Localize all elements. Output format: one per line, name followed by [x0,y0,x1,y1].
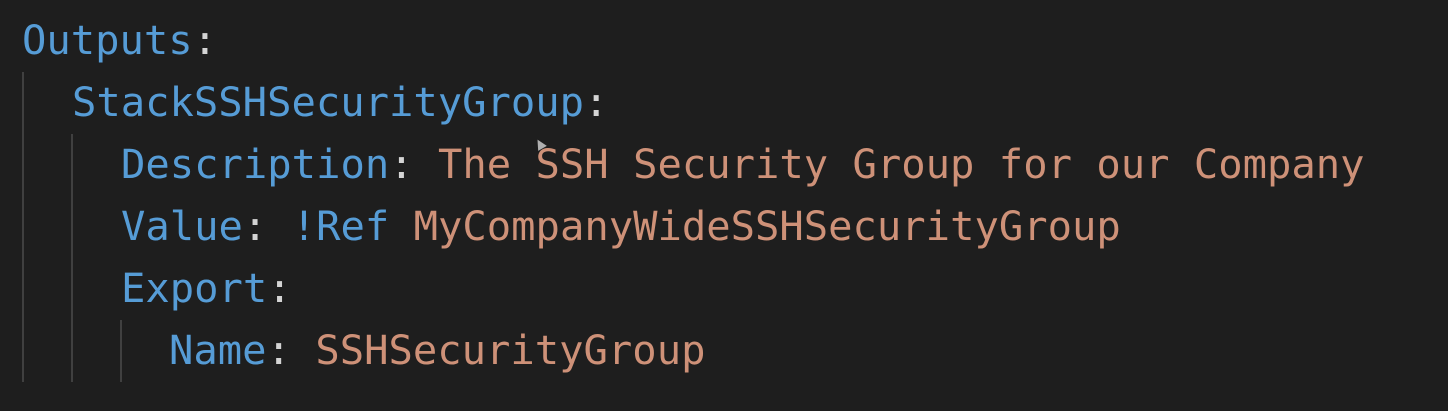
code-line[interactable]: Value: !Ref MyCompanyWideSSHSecurityGrou… [0,195,1121,257]
yaml-key-value: Value [121,202,243,250]
code-line[interactable]: Description: The SSH Security Group for … [0,133,1365,195]
colon: : [266,326,291,374]
code-line[interactable]: Export: [0,257,292,319]
yaml-key-name: Name [169,326,267,374]
yaml-value-name: SSHSecurityGroup [315,326,706,374]
yaml-value-ref: MyCompanyWideSSHSecurityGroup [413,202,1121,250]
code-line[interactable]: StackSSHSecurityGroup: [0,71,608,133]
yaml-key-export: Export [121,264,268,312]
code-editor[interactable]: Outputs: StackSSHSecurityGroup: Descript… [0,0,1448,411]
colon: : [242,202,268,250]
colon: : [389,140,414,188]
code-line[interactable]: Outputs: [0,9,217,71]
yaml-value-description: The SSH Security Group for our Company [438,140,1365,188]
colon: : [192,16,218,64]
yaml-key-description: Description [121,140,390,188]
colon: : [267,264,292,312]
yaml-key-outputs: Outputs [22,16,193,64]
yaml-key-resource: StackSSHSecurityGroup [72,78,585,126]
colon: : [584,78,609,126]
yaml-ref-tag: !Ref [291,202,390,250]
code-line[interactable]: Name: SSHSecurityGroup [0,319,705,381]
